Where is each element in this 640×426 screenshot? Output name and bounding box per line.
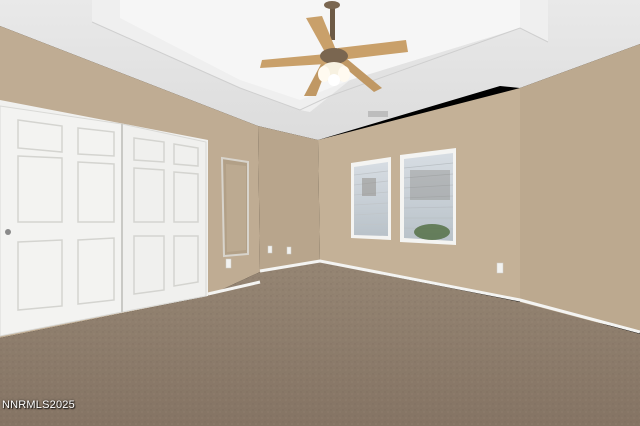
window-left bbox=[351, 157, 391, 240]
bedroom-photo: NNRMLS2025 bbox=[0, 0, 640, 426]
outlet bbox=[225, 258, 232, 269]
right-wall bbox=[520, 44, 640, 332]
air-vent bbox=[368, 111, 388, 117]
outlet bbox=[286, 246, 292, 255]
outlet bbox=[496, 262, 504, 274]
watermark-text: NNRMLS2025 bbox=[2, 399, 75, 411]
window-right bbox=[400, 148, 456, 245]
outlet bbox=[267, 245, 273, 254]
closet-doors bbox=[0, 100, 208, 337]
door-knob bbox=[5, 229, 11, 235]
wall-mirror bbox=[220, 156, 249, 258]
